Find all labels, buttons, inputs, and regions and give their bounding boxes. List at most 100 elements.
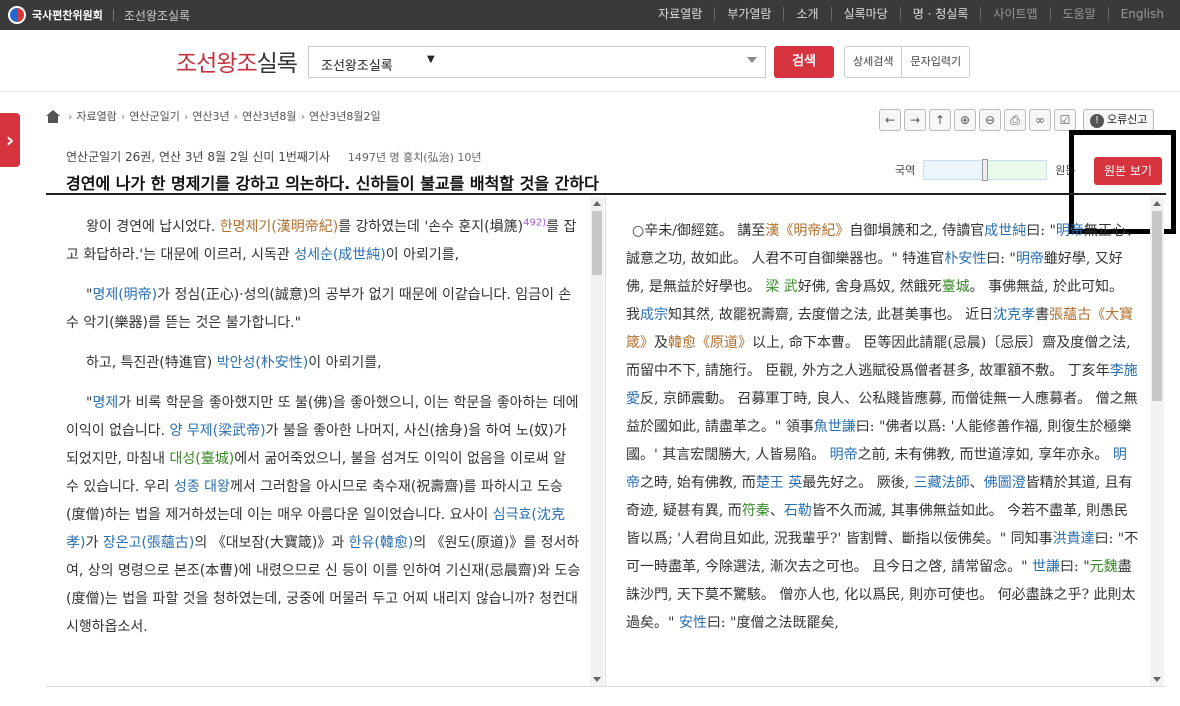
paragraph: "명제(明帝)가 정심(正心)·성의(誠意)의 공부가 없기 때문에 이같습니다… [66,287,572,331]
toolbar: ← → ↑ ⊕ ⊖ ⎙ ∞ ☑ ! 오류신고 [879,109,1155,131]
person-link[interactable]: 明帝 [1056,223,1084,239]
menu-item-browse[interactable]: 자료열람 [646,7,714,21]
menu-item-english[interactable]: English [1107,7,1176,21]
advanced-search-button[interactable]: 상세검색 [845,47,901,77]
index-link[interactable]: 漢《明帝紀》 [765,223,849,239]
title-divider [46,193,1166,195]
search-select-value: 조선왕조실록 [321,59,393,74]
arrow-left-icon[interactable]: ← [879,109,901,131]
hanmun-scrollbar[interactable] [1150,197,1164,686]
person-link[interactable]: 明帝 [830,447,858,463]
article-meta: 연산군일기 26권, 연산 3년 8월 2일 신미 1번째기사 1497년 명 … [66,148,482,165]
zoom-in-icon[interactable]: ⊕ [954,109,976,131]
scroll-up-icon[interactable] [1153,201,1161,206]
report-error-button[interactable]: ! 오류신고 [1083,109,1155,131]
index-link[interactable]: 韓愈《原道》 [668,335,752,351]
menu-item-ming-qing[interactable]: 명 · 청실록 [899,7,981,21]
person-link[interactable]: 石勒 [784,503,812,519]
place-link[interactable]: 元魏 [1090,559,1118,575]
index-link[interactable]: 한명제기(漢明帝紀) [220,219,338,235]
person-link[interactable]: 박안성(朴安性) [217,355,309,371]
scroll-down-icon[interactable] [1153,677,1161,682]
person-link[interactable]: 한유(韓愈) [349,535,414,551]
checkbox-icon[interactable]: ☑ [1054,109,1076,131]
hanmun-pane: ○辛未/御經筵。 講至漢《明帝紀》自御塤篪和之, 侍讀官成世純曰: "明帝無正心… [612,197,1164,686]
person-link[interactable]: 楚王 英 [756,475,802,491]
link-icon[interactable]: ∞ [1029,109,1051,131]
person-link[interactable]: 世謙 [1032,559,1060,575]
person-link[interactable]: 朴安性 [944,251,986,267]
person-link[interactable]: 洪貴達 [1053,531,1095,547]
breadcrumb: › 자료열람 › 연산군일기 › 연산3년 › 연산3년8월 › 연산3년8월2… [46,108,381,124]
person-link[interactable]: 佛圖澄 [984,475,1026,491]
side-panel-toggle[interactable]: › [0,113,20,167]
place-link[interactable]: 符秦 [742,503,770,519]
place-link[interactable]: 臺城 [942,279,970,295]
person-link[interactable]: 명제 [92,395,118,411]
footnote-ref[interactable]: 492) [523,217,546,228]
bottom-divider [46,686,1166,687]
view-ratio-slider[interactable]: 국역 원문 [895,159,1076,181]
slider-track[interactable] [923,159,1048,181]
menu-item-help[interactable]: 도움말 [1049,7,1108,21]
chevron-right-icon: › [5,128,15,152]
arrow-right-icon[interactable]: → [904,109,926,131]
page-title: 경연에 나가 한 명제기를 강하고 의논하다. 신하들이 불교를 배척할 것을 … [66,174,599,193]
person-link[interactable]: 三藏法師 [914,475,970,491]
scroll-up-icon[interactable] [593,201,601,206]
slider-handle[interactable] [982,159,989,181]
print-icon[interactable]: ⎙ [1004,109,1026,131]
paragraph: 하고, 특진관(特進官) 박안성(朴安性)이 아뢰기를, [86,355,382,371]
breadcrumb-item[interactable]: 연산군일기 [129,108,180,124]
char-input-button[interactable]: 문자입력기 [901,47,969,77]
brand-logo[interactable]: 조선왕조실록 [176,44,298,78]
person-link[interactable]: 양 무제(梁武帝) [170,423,266,439]
brand-red: 조선왕조 [176,51,258,77]
korean-scrollbar[interactable] [590,197,604,686]
scroll-thumb[interactable] [592,211,602,275]
caret-icon: ▼ [427,54,435,65]
person-link[interactable]: 성종 대왕 [174,479,230,495]
person-link[interactable]: 安性 [679,615,707,631]
divider [112,9,114,21]
site-name[interactable]: 조선왕조실록 [124,7,190,24]
paragraph: "명제가 비록 학문을 좋아했지만 또 불(佛)을 좋아했으니, 이는 학문을 … [66,395,581,635]
breadcrumb-item[interactable]: 연산3년8월2일 [309,108,381,124]
org-logo[interactable]: 국사편찬위원회 조선왕조실록 [8,6,190,24]
search-button[interactable]: 검색 [774,46,834,78]
person-link[interactable]: 成宗 [640,307,668,323]
breadcrumb-item[interactable]: 자료열람 [76,108,116,124]
person-link[interactable]: 沈克孝 [993,307,1035,323]
menu-item-plaza[interactable]: 실록마당 [830,7,900,21]
arrow-up-icon[interactable]: ↑ [929,109,951,131]
search-select[interactable]: 조선왕조실록 ▼ [308,46,766,78]
scroll-down-icon[interactable] [593,677,601,682]
menu-item-about[interactable]: 소개 [783,7,830,21]
scroll-thumb[interactable] [1152,211,1162,401]
person-link[interactable]: 成世純 [984,223,1026,239]
article-source: 연산군일기 26권, 연산 3년 8월 2일 신미 1번째기사 [66,150,331,164]
person-link[interactable]: 명제(明帝) [92,287,157,303]
zoom-out-icon[interactable]: ⊖ [979,109,1001,131]
home-icon[interactable] [46,109,60,123]
place-link[interactable]: 대성(臺城) [170,451,235,467]
person-link[interactable]: 魚世謙 [814,419,856,435]
menu-item-sitemap[interactable]: 사이트맵 [980,7,1049,21]
header: 조선왕조실록 조선왕조실록 ▼ 검색 상세검색 문자입력기 [0,30,1180,92]
breadcrumb-item[interactable]: 연산3년 [192,108,229,124]
person-link[interactable]: 장온고(張蘊古) [103,535,195,551]
person-link[interactable]: 明帝 [1016,251,1044,267]
korean-pane: 왕이 경연에 납시었다. 한명제기(漢明帝紀)를 강하였는데 '손수 훈지(塤篪… [46,197,606,686]
menu-item-extra[interactable]: 부가열람 [714,7,783,21]
report-error-label: 오류신고 [1107,113,1148,126]
place-link[interactable]: 梁 武 [765,279,797,295]
paragraph: ○辛未/御經筵。 講至漢《明帝紀》自御塤篪和之, 侍讀官成世純曰: "明帝無正心… [626,223,1140,631]
person-link[interactable]: 성세순(成世純) [294,247,386,263]
top-menu: 자료열람 부가열람 소개 실록마당 명 · 청실록 사이트맵 도움말 Engli… [646,7,1176,21]
brand-dark: 실록 [256,51,298,77]
breadcrumb-item[interactable]: 연산3년8월 [242,108,296,124]
paragraph: 왕이 경연에 납시었다. 한명제기(漢明帝紀)를 강하였는데 '손수 훈지(塤篪… [66,217,577,263]
top-bar: 국사편찬위원회 조선왕조실록 자료열람 부가열람 소개 실록마당 명 · 청실록… [0,0,1180,30]
chevron-down-icon [747,57,757,63]
korean-label: 국역 [895,164,916,177]
